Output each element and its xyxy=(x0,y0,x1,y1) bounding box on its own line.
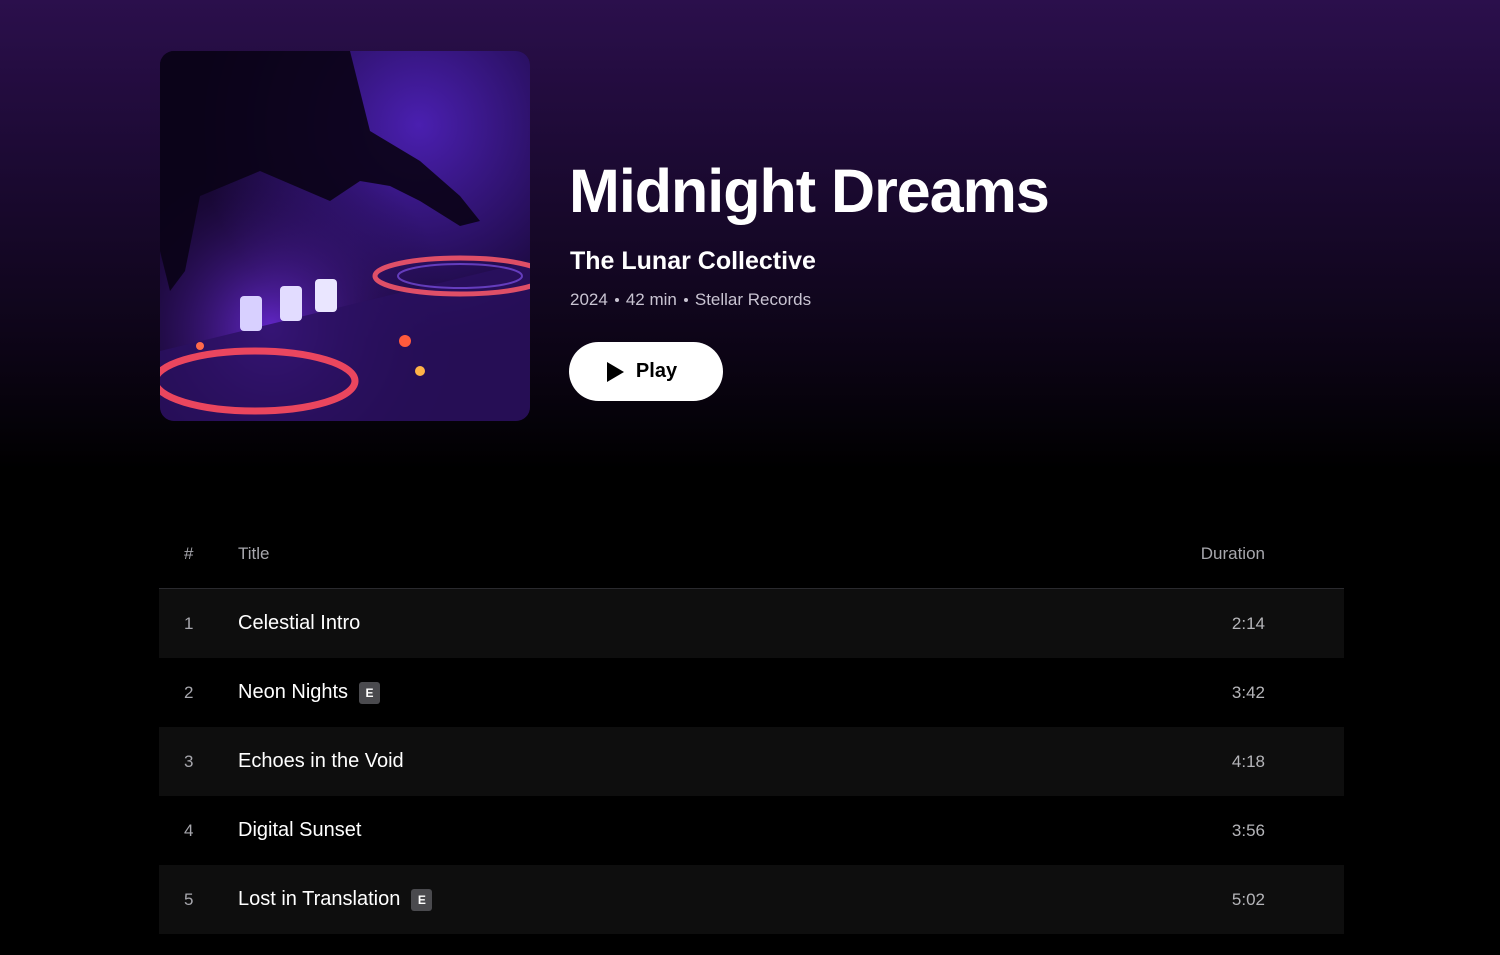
album-cover-art xyxy=(160,51,530,421)
header-number: # xyxy=(184,544,194,563)
track-title: Neon Nights xyxy=(238,681,349,703)
track-row[interactable]: 5 Lost in Translation E 5:02 xyxy=(159,865,1344,934)
track-duration: 2:14 xyxy=(1231,613,1265,633)
track-number: 5 xyxy=(184,889,194,909)
track-number: 2 xyxy=(184,682,194,702)
track-duration: 3:42 xyxy=(1231,682,1265,702)
track-row[interactable]: 1 Celestial Intro 2:14 xyxy=(159,589,1344,658)
track-row[interactable]: 4 Digital Sunset 3:56 xyxy=(159,796,1344,865)
track-number: 4 xyxy=(184,820,194,840)
track-list: # Title Duration 1 Celestial Intro 2:14 … xyxy=(159,520,1344,934)
track-number: 3 xyxy=(184,751,194,771)
record-label: Stellar Records xyxy=(694,290,812,309)
album-cover-image xyxy=(160,51,530,421)
track-title: Lost in Translation xyxy=(238,888,401,910)
track-row[interactable]: 2 Neon Nights E 3:42 xyxy=(159,658,1344,727)
track-number: 1 xyxy=(184,613,194,633)
album-page: Midnight Dreams The Lunar Collective 202… xyxy=(0,0,1500,955)
album-title: Midnight Dreams xyxy=(569,157,1050,225)
track-duration: 4:18 xyxy=(1231,751,1265,771)
artist-name[interactable]: The Lunar Collective xyxy=(570,245,816,277)
play-icon xyxy=(606,361,624,382)
track-title-cell: Lost in Translation E xyxy=(238,888,1184,911)
track-title: Digital Sunset xyxy=(238,819,362,841)
track-title: Echoes in the Void xyxy=(238,750,404,772)
separator-dot xyxy=(614,297,619,302)
track-list-header: # Title Duration xyxy=(159,520,1344,589)
separator-dot xyxy=(683,297,688,302)
track-title-cell: Echoes in the Void xyxy=(238,750,1184,773)
play-label: Play xyxy=(635,360,678,382)
explicit-badge: E xyxy=(411,888,433,911)
track-row[interactable]: 3 Echoes in the Void 4:18 xyxy=(159,727,1344,796)
track-title-cell: Digital Sunset xyxy=(238,819,1184,842)
play-button[interactable]: Play xyxy=(569,342,723,401)
album-length: 42 min xyxy=(625,290,677,309)
explicit-badge: E xyxy=(359,681,381,704)
track-title-cell: Neon Nights E xyxy=(238,681,1184,704)
track-title: Celestial Intro xyxy=(238,612,361,634)
track-duration: 3:56 xyxy=(1231,820,1265,840)
album-meta: 2024 42 min Stellar Records xyxy=(570,289,811,311)
header-duration: Duration xyxy=(1200,544,1265,563)
header-title: Title xyxy=(238,544,270,563)
track-duration: 5:02 xyxy=(1231,889,1265,909)
track-title-cell: Celestial Intro xyxy=(238,612,1184,635)
release-year: 2024 xyxy=(570,290,608,309)
